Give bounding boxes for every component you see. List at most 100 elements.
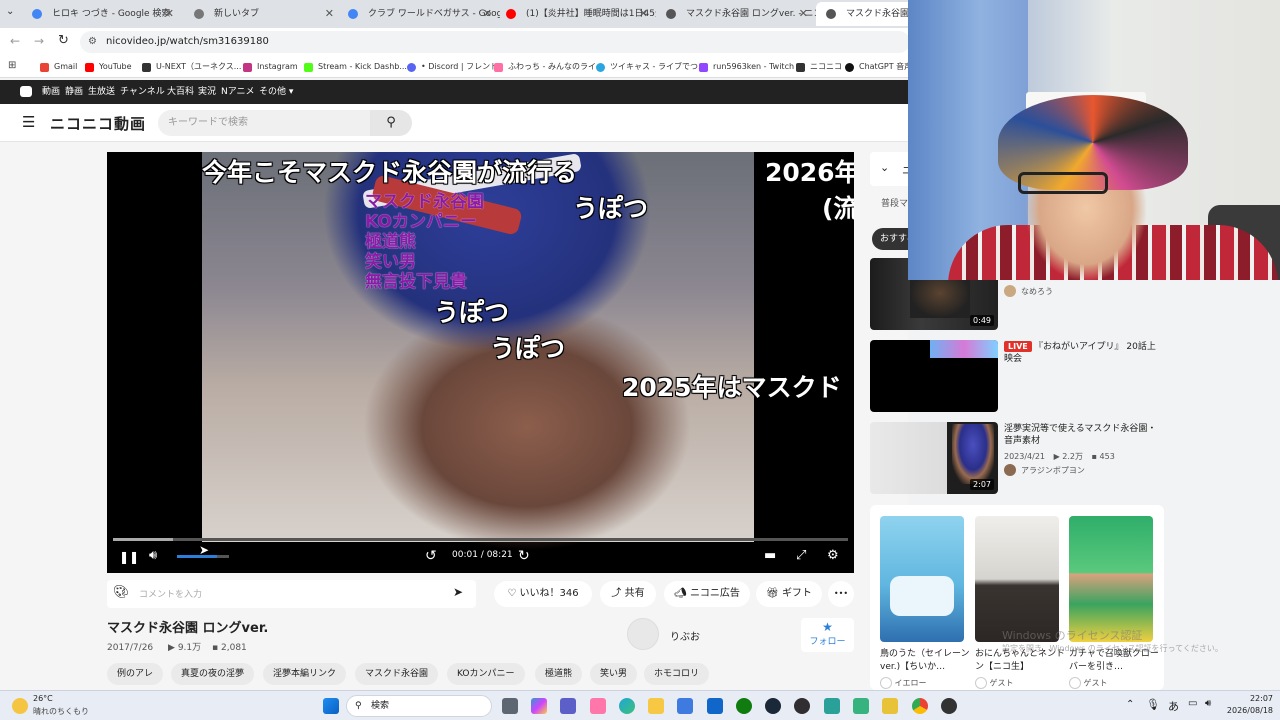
bookmark-kick[interactable]: Stream - Kick Dashb... — [304, 60, 407, 74]
comment-toggle-icon[interactable]: ▬ — [764, 548, 776, 564]
comment-input[interactable]: コメントを入力 — [139, 587, 202, 600]
tab-list-chevron-icon[interactable]: ⌄ — [6, 6, 14, 17]
tab-youtube[interactable]: (1)【炎井社】睡眠時間は1日45分 ✕ — [496, 2, 656, 26]
short-thumbnail-3[interactable] — [1069, 516, 1153, 642]
more-button[interactable]: ••• — [828, 581, 854, 607]
bookmark-instagram[interactable]: Instagram — [243, 60, 298, 74]
short-thumbnail-1[interactable] — [880, 516, 964, 642]
nico-tv-icon[interactable] — [20, 86, 32, 97]
edge-icon[interactable] — [619, 698, 635, 714]
network-icon[interactable]: ▭ — [1188, 698, 1197, 709]
tag-chip[interactable]: マスクド永谷園 — [355, 663, 439, 685]
rec-user[interactable]: アラジンボプヨン — [1021, 465, 1085, 476]
chrome-icon[interactable] — [912, 698, 928, 714]
seek-bar[interactable] — [113, 538, 848, 541]
app-dark-icon[interactable] — [941, 698, 957, 714]
back-icon[interactable]: ← — [10, 34, 20, 48]
notepad-icon[interactable] — [882, 698, 898, 714]
tag-chip[interactable]: ホモコロリ — [644, 663, 710, 685]
clock-date[interactable]: 2026/08/18 — [1223, 706, 1273, 715]
app-pink-icon[interactable] — [590, 698, 606, 714]
pause-icon[interactable]: ❚❚ — [119, 549, 139, 565]
bookmark-chatgpt[interactable]: ChatGPT 音声 — [845, 60, 912, 74]
close-icon[interactable]: ✕ — [799, 2, 808, 26]
uploader-avatar[interactable] — [627, 618, 659, 650]
ime-indicator[interactable]: あ — [1168, 698, 1179, 714]
store-icon[interactable] — [677, 698, 693, 714]
url-field[interactable]: ⚙ nicovideo.jp/watch/sm31639180 — [80, 31, 910, 53]
bookmark-fuwacchi[interactable]: ふわっち - みんなのライ... — [494, 60, 604, 74]
forward-icon[interactable]: → — [34, 34, 44, 48]
app-teal-icon[interactable] — [824, 698, 840, 714]
obs-icon[interactable] — [794, 698, 810, 714]
rec-thumbnail-2[interactable] — [870, 340, 998, 412]
outlook-icon[interactable] — [707, 698, 723, 714]
xbox-icon[interactable] — [736, 698, 752, 714]
fullscreen-icon[interactable]: ⤢ — [796, 548, 806, 564]
rec-user[interactable]: なめろう — [1021, 286, 1053, 297]
rec-title-2[interactable]: 『おねがいアイプリ』 20話上映会 — [1004, 341, 1164, 365]
short-title-1[interactable]: 鳥のうた（セイレーンver.)【ちいか… — [880, 648, 970, 674]
steam-icon[interactable] — [765, 698, 781, 714]
search-input[interactable]: キーワードで検索 — [158, 110, 370, 136]
tray-chevron-icon[interactable]: ⌃ — [1126, 699, 1134, 710]
close-icon[interactable]: ✕ — [483, 2, 492, 26]
rewind-10-icon[interactable]: ↺ — [425, 548, 437, 564]
bookmark-niconico[interactable]: ニコニコ — [796, 60, 842, 74]
bookmark-twitcasting[interactable]: ツイキャス - ライブでつ... — [596, 60, 706, 74]
nav-channel[interactable]: チャンネル — [120, 80, 165, 104]
app-green-icon[interactable] — [853, 698, 869, 714]
uploader-name[interactable]: りぶお — [670, 628, 700, 643]
reload-icon[interactable]: ↻ — [58, 33, 69, 48]
nav-jikkyo[interactable]: 実況 — [198, 80, 216, 104]
clock-time[interactable]: 22:07 — [1233, 694, 1273, 703]
weather-temp[interactable]: 26°C — [33, 694, 53, 703]
rec-title-3[interactable]: 淫夢実況等で使えるマスクド永谷園・音声素材 — [1004, 423, 1164, 447]
tab-nico-active[interactable]: マスクド永谷園 ロング — [816, 2, 916, 26]
menu-icon[interactable]: ☰ — [22, 113, 35, 131]
weather-desc[interactable]: 晴れのちくもり — [33, 706, 89, 717]
close-icon[interactable]: ✕ — [165, 2, 174, 26]
speaker-icon[interactable]: 🔊︎ — [1205, 698, 1211, 709]
tag-chip[interactable]: 淫夢本編リンク — [263, 663, 347, 685]
close-icon[interactable]: ✕ — [639, 2, 648, 26]
rec-thumbnail-3[interactable]: 2:07 — [870, 422, 998, 494]
microphone-icon[interactable]: 🎙︎ — [1146, 698, 1160, 711]
search-button[interactable]: ⚲ — [370, 110, 412, 136]
nico-ad-button[interactable]: 📣︎ ニコニ広告 — [664, 581, 750, 607]
tag-chip[interactable]: 真夏の夜の淫夢 — [171, 663, 255, 685]
teams-icon[interactable] — [560, 698, 576, 714]
video-player[interactable]: 今年こそマスクド永谷園が流行る 2026年 (流 うぽつ うぽつ うぽつ 202… — [107, 152, 854, 573]
follow-button[interactable]: ★ フォロー — [801, 618, 854, 652]
nav-douga[interactable]: 動画 — [42, 80, 60, 104]
volume-icon[interactable]: 🔊︎ — [149, 548, 157, 564]
task-view-icon[interactable] — [502, 698, 518, 714]
tab-google-search-1[interactable]: ヒロキ つづき - Google 検索 ✕ — [22, 2, 182, 26]
nav-seiga[interactable]: 静画 — [65, 80, 83, 104]
weather-icon[interactable] — [12, 698, 28, 714]
nav-nanime[interactable]: Nアニメ — [221, 80, 255, 104]
gift-button[interactable]: 🎁︎ ギフト — [756, 581, 822, 607]
tab-nico-1[interactable]: マスクド永谷園 ロングver. - ニコニコ✕ — [656, 2, 816, 26]
windows-start-icon[interactable] — [323, 698, 339, 714]
like-button[interactable]: ♡ いいね！346 — [494, 581, 592, 607]
tag-chip[interactable]: 笑い男 — [590, 663, 638, 685]
tag-chip[interactable]: 例のアレ — [107, 663, 164, 685]
nav-more[interactable]: その他 ▾ — [259, 80, 293, 104]
settings-gear-icon[interactable]: ⚙ — [827, 548, 839, 564]
bookmark-twitch[interactable]: run5963ken - Twitch — [699, 60, 794, 74]
site-info-icon[interactable]: ⚙ — [88, 31, 97, 53]
nav-dic[interactable]: 大百科 — [167, 80, 194, 104]
taskbar-search[interactable]: ⚲ 検索 — [346, 695, 492, 717]
share-button[interactable]: ⤴ 共有 — [600, 581, 656, 607]
bookmark-discord[interactable]: • Discord | フレンド — [407, 60, 498, 74]
bookmark-unext[interactable]: U-NEXT（ユーネクス... — [142, 60, 241, 74]
file-explorer-icon[interactable] — [648, 698, 664, 714]
copilot-icon[interactable] — [531, 698, 547, 714]
tag-chip[interactable]: KOカンパニー — [447, 663, 525, 685]
palette-icon[interactable]: 🎨︎ — [113, 585, 130, 600]
tab-google-search-2[interactable]: クラブ ワールドベガサス - Google 検索✕ — [338, 2, 500, 26]
site-logo[interactable]: ニコニコ動画 — [50, 113, 146, 134]
forward-10-icon[interactable]: ↻ — [518, 548, 530, 564]
nav-live[interactable]: 生放送 — [88, 80, 115, 104]
